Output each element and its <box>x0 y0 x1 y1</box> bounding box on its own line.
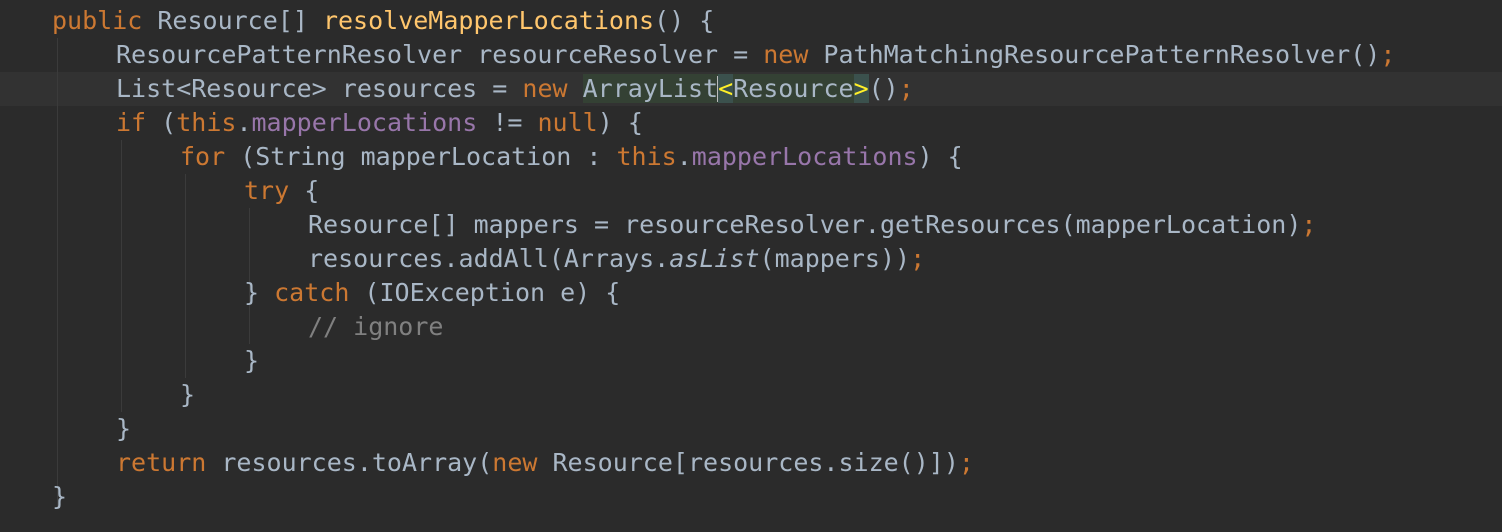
code-token: } <box>244 278 275 307</box>
keyword-token: if <box>116 108 147 137</box>
code-line[interactable]: } <box>52 480 67 514</box>
static-method-token: asList <box>669 244 760 273</box>
code-token: List<Resource> resources = <box>116 74 523 103</box>
code-token: } <box>180 380 196 409</box>
code-line[interactable]: for (String mapperLocation : this.mapper… <box>180 140 963 174</box>
code-token: Resource[] mappers = resourceResolver.ge… <box>308 210 1302 239</box>
code-token: Resource[] <box>142 6 323 35</box>
keyword-token: new <box>492 448 538 477</box>
code-token: Resource[resources.size()]) <box>537 448 959 477</box>
code-token: != <box>477 108 538 137</box>
field-token: mapperLocations <box>251 108 478 137</box>
highlighted-type-token: ArrayList <box>582 74 719 103</box>
highlighted-type-token: Resource <box>733 74 854 103</box>
code-token: (String mapperLocation : <box>225 142 617 171</box>
keyword-token: this <box>616 142 677 171</box>
comment-token: // ignore <box>308 312 444 341</box>
code-line[interactable]: } catch (IOException e) { <box>244 276 620 310</box>
code-line[interactable]: ResourcePatternResolver resourceResolver… <box>116 38 1395 72</box>
code-line[interactable]: } <box>180 378 195 412</box>
code-line[interactable]: return resources.toArray(new Resource[re… <box>116 446 974 480</box>
keyword-token: return <box>116 448 207 477</box>
code-token: () { <box>654 6 715 35</box>
keyword-token: new <box>522 74 568 103</box>
code-token: () <box>868 74 899 103</box>
code-line[interactable]: Resource[] mappers = resourceResolver.ge… <box>308 208 1316 242</box>
code-line[interactable]: resources.addAll(Arrays.asList(mappers))… <box>308 242 925 276</box>
code-token: PathMatchingResourcePatternResolver() <box>808 40 1381 69</box>
code-token: } <box>116 414 132 443</box>
semicolon-token: ; <box>910 244 926 273</box>
code-line[interactable]: } <box>244 344 259 378</box>
semicolon-token: ; <box>958 448 974 477</box>
code-line[interactable]: List<Resource> resources = new ArrayList… <box>116 72 914 106</box>
matched-bracket-token: > <box>853 74 869 103</box>
code-token: (IOException e) { <box>349 278 621 307</box>
code-token: } <box>52 482 68 511</box>
code-token: { <box>289 176 320 205</box>
code-token: (mappers)) <box>759 244 911 273</box>
keyword-token: this <box>176 108 237 137</box>
indent-guide <box>121 140 122 412</box>
code-token: resources.addAll(Arrays. <box>308 244 670 273</box>
code-line[interactable]: try { <box>244 174 319 208</box>
field-token: mapperLocations <box>691 142 918 171</box>
code-token: . <box>676 142 692 171</box>
keyword-token: try <box>244 176 290 205</box>
code-token: ( <box>146 108 177 137</box>
code-line[interactable]: if (this.mapperLocations != null) { <box>116 106 643 140</box>
keyword-token: null <box>537 108 598 137</box>
keyword-token: catch <box>274 278 350 307</box>
semicolon-token: ; <box>898 74 914 103</box>
matched-bracket-token: < <box>718 74 734 103</box>
code-token: ResourcePatternResolver resourceResolver… <box>116 40 764 69</box>
code-token: . <box>236 108 252 137</box>
semicolon-token: ; <box>1380 40 1396 69</box>
keyword-token: new <box>763 40 809 69</box>
indent-guide <box>57 38 58 508</box>
semicolon-token: ; <box>1301 210 1317 239</box>
code-line[interactable]: public Resource[] resolveMapperLocations… <box>52 4 714 38</box>
code-editor[interactable]: public Resource[] resolveMapperLocations… <box>0 0 1502 532</box>
code-token: } <box>244 346 260 375</box>
method-name-token: resolveMapperLocations <box>322 6 655 35</box>
code-token: ) { <box>597 108 643 137</box>
code-token: resources.toArray( <box>206 448 493 477</box>
code-line[interactable]: // ignore <box>308 310 443 344</box>
keyword-token: public <box>52 6 143 35</box>
keyword-token: for <box>180 142 226 171</box>
code-token: ) { <box>917 142 963 171</box>
indent-guide <box>185 174 186 378</box>
code-line[interactable]: } <box>116 412 131 446</box>
